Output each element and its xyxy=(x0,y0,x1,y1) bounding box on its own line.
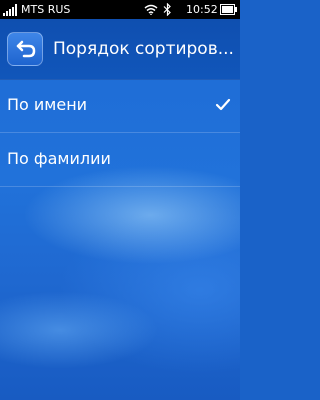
title-bar: Порядок сортиров... xyxy=(0,19,240,80)
option-label: По имени xyxy=(7,95,88,114)
checkmark-icon xyxy=(215,98,231,111)
carrier-name: MTS RUS xyxy=(21,3,71,16)
page-title: Порядок сортиров... xyxy=(53,39,234,59)
signal-icon xyxy=(3,4,17,16)
sort-option-last-name[interactable]: По фамилии xyxy=(0,133,240,187)
status-bar: MTS RUS 10:52 xyxy=(0,0,240,19)
clock: 10:52 xyxy=(186,3,218,16)
back-button[interactable] xyxy=(7,32,43,66)
bluetooth-icon xyxy=(163,3,171,16)
sort-order-list: По имени По фамилии xyxy=(0,79,240,187)
back-arrow-icon xyxy=(16,40,36,58)
battery-icon xyxy=(220,4,237,15)
option-label: По фамилии xyxy=(7,149,111,168)
sort-option-first-name[interactable]: По имени xyxy=(0,79,240,133)
wifi-icon xyxy=(144,4,158,15)
